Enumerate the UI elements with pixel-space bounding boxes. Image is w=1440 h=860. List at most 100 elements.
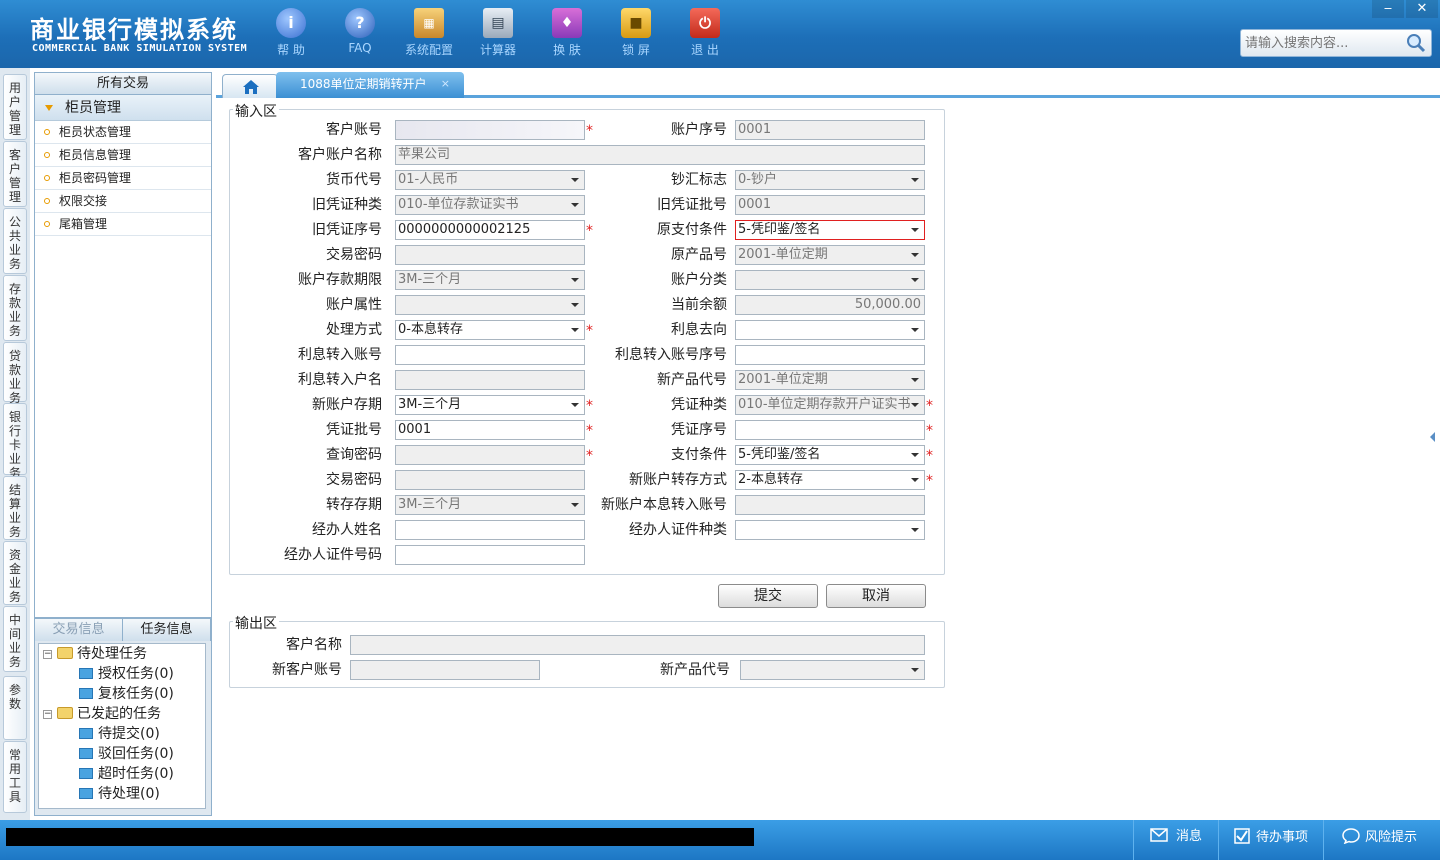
trade-pwd2-input[interactable]	[395, 470, 585, 490]
new-term-select[interactable]: 3M-三个月	[395, 395, 585, 415]
folder-open-icon	[57, 647, 73, 659]
tree-leaf-review-tasks[interactable]: 复核任务(0)	[79, 684, 174, 704]
tree-node-pending[interactable]: 待处理任务	[57, 644, 147, 664]
vtab-card-business[interactable]: 银行卡业务	[3, 403, 27, 480]
old-voucher-seq-input[interactable]: 0000000000002125	[395, 220, 585, 240]
query-pwd-label: 查询密码	[326, 447, 382, 463]
orig-product-select[interactable]: 2001-单位定期	[735, 245, 925, 265]
divider	[1218, 820, 1219, 860]
tree-leaf-timeout[interactable]: 超时任务(0)	[79, 764, 174, 784]
submit-button[interactable]: 提交	[718, 584, 818, 608]
help-button[interactable]: i 帮 助	[258, 8, 324, 60]
search-input[interactable]	[1241, 30, 1401, 56]
balance-input[interactable]: 50,000.00	[735, 295, 925, 315]
minimize-button[interactable]: ‒	[1372, 0, 1404, 18]
transfer-term-select[interactable]: 3M-三个月	[395, 495, 585, 515]
query-pwd-input[interactable]	[395, 445, 585, 465]
skin-button[interactable]: ♦ 换 肤	[534, 8, 600, 60]
vtab-user-management[interactable]: 用户管理	[3, 74, 27, 140]
new-int-acct-input[interactable]	[735, 495, 925, 515]
pay-cond-select[interactable]: 5-凭印鉴/签名	[735, 445, 925, 465]
trade-pwd-input[interactable]	[395, 245, 585, 265]
tree-leaf-to-submit[interactable]: 待提交(0)	[79, 724, 160, 744]
vtab-loan-business[interactable]: 贷款业务	[3, 342, 27, 405]
vtab-fund-business[interactable]: 资金业务	[3, 541, 27, 605]
int-in-name-input[interactable]	[395, 370, 585, 390]
tree-node-label: 待提交(0)	[98, 726, 160, 742]
collapse-icon[interactable]: −	[43, 710, 52, 719]
vtab-deposit-business[interactable]: 存款业务	[3, 275, 27, 341]
cust-acct-name-label: 客户账户名称	[298, 147, 382, 163]
currency-select[interactable]: 01-人民币	[395, 170, 585, 190]
collapse-arrow-icon[interactable]	[1430, 432, 1435, 442]
vtab-parameters[interactable]: 参数	[3, 676, 27, 740]
acct-seq-input[interactable]: 0001	[735, 120, 925, 140]
sidebar-item-teller-password[interactable]: 柜员密码管理	[35, 167, 211, 190]
calculator-button[interactable]: ▤ 计算器	[465, 8, 531, 60]
sidebar-item-permission-handover[interactable]: 权限交接	[35, 190, 211, 213]
vtab-customer-management[interactable]: 客户管理	[3, 141, 27, 207]
faq-icon: ?	[345, 8, 375, 38]
agent-id-type-label: 经办人证件种类	[629, 522, 727, 538]
vtab-intermediate-business[interactable]: 中间业务	[3, 606, 27, 672]
bullet-icon	[44, 129, 50, 135]
new-cust-acct-output[interactable]	[350, 660, 540, 680]
faq-button[interactable]: ? FAQ	[327, 8, 393, 60]
int-in-acct-label: 利息转入账号	[298, 347, 382, 363]
agent-id-type-select[interactable]	[735, 520, 925, 540]
lock-screen-button[interactable]: ■ 锁 屏	[603, 8, 669, 60]
cust-name-output[interactable]	[350, 635, 925, 655]
vtab-public-business[interactable]: 公共业务	[3, 208, 27, 274]
messages-button[interactable]: 消息	[1150, 828, 1202, 850]
cust-name-label: 客户名称	[286, 637, 342, 653]
agent-id-no-input[interactable]	[395, 545, 585, 565]
tree-leaf-auth-tasks[interactable]: 授权任务(0)	[79, 664, 174, 684]
sidebar-item-teller-status[interactable]: 柜员状态管理	[35, 121, 211, 144]
old-voucher-type-select[interactable]: 010-单位存款证实书	[395, 195, 585, 215]
messages-label: 消息	[1176, 829, 1203, 844]
voucher-batch-label: 凭证批号	[326, 422, 382, 438]
old-voucher-batch-input[interactable]: 0001	[735, 195, 925, 215]
vtab-common-tools[interactable]: 常用工具	[3, 741, 27, 813]
cust-acct-name-input[interactable]: 苹果公司	[395, 145, 925, 165]
sidebar-group-teller-management[interactable]: 柜员管理	[35, 95, 211, 121]
tree-node-initiated[interactable]: 已发起的任务	[57, 704, 161, 724]
cancel-button[interactable]: 取消	[826, 584, 926, 608]
agent-name-input[interactable]	[395, 520, 585, 540]
vtab-settlement-business[interactable]: 结算业务	[3, 476, 27, 540]
interest-dest-select[interactable]	[735, 320, 925, 340]
int-in-acct-input[interactable]	[395, 345, 585, 365]
int-in-acct-seq-input[interactable]	[735, 345, 925, 365]
voucher-seq-input[interactable]	[735, 420, 925, 440]
cust-account-input[interactable]: 392818120000098	[395, 120, 585, 140]
new-product-select[interactable]: 2001-单位定期	[735, 370, 925, 390]
cash-flag-select[interactable]: 0-钞户	[735, 170, 925, 190]
process-mode-select[interactable]: 0-本息转存	[395, 320, 585, 340]
new-product-code-select[interactable]	[740, 660, 925, 680]
exit-button[interactable]: ⏻ 退 出	[672, 8, 738, 60]
close-window-button[interactable]: ✕	[1406, 0, 1438, 18]
tab-home[interactable]	[222, 74, 278, 98]
close-tab-icon[interactable]: ×	[441, 72, 450, 96]
tree-leaf-rejected[interactable]: 驳回任务(0)	[79, 744, 174, 764]
sidebar-item-cash-box[interactable]: 尾箱管理	[35, 213, 211, 236]
system-config-button[interactable]: ▦ 系统配置	[396, 8, 462, 60]
tab-1088-transfer-open[interactable]: 1088单位定期销转开户 ×	[276, 72, 464, 98]
sidebar-item-teller-info[interactable]: 柜员信息管理	[35, 144, 211, 167]
tree-leaf-to-process[interactable]: 待处理(0)	[79, 784, 160, 804]
tab-transaction-info[interactable]: 交易信息	[35, 619, 123, 641]
collapse-icon[interactable]: −	[43, 650, 52, 659]
sidebar-header[interactable]: 所有交易	[35, 73, 211, 95]
risk-button[interactable]: 风险提示	[1342, 828, 1417, 850]
acct-attr-select[interactable]	[395, 295, 585, 315]
voucher-batch-input[interactable]: 0001	[395, 420, 585, 440]
new-transfer-mode-select[interactable]: 2-本息转存	[735, 470, 925, 490]
deposit-term-select[interactable]: 3M-三个月	[395, 270, 585, 290]
tree-node-label: 驳回任务(0)	[98, 746, 174, 762]
orig-pay-cond-select[interactable]: 5-凭印鉴/签名	[735, 220, 925, 240]
acct-category-select[interactable]	[735, 270, 925, 290]
voucher-type-select[interactable]: 010-单位定期存款开户证实书	[735, 395, 925, 415]
todo-button[interactable]: 待办事项	[1234, 828, 1308, 850]
required-mark: *	[926, 448, 933, 464]
search-icon[interactable]	[1405, 32, 1427, 54]
